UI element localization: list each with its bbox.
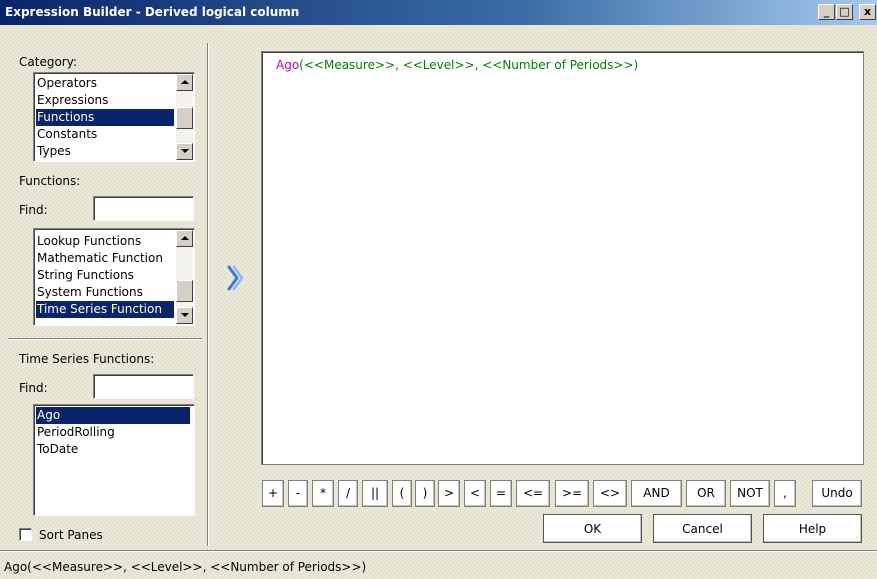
- functions-find-label: Find:: [19, 203, 48, 217]
- vertical-splitter[interactable]: [207, 43, 209, 546]
- close-icon: x: [863, 5, 872, 18]
- functions-item-lookup[interactable]: Lookup Functions: [36, 233, 174, 250]
- window-title: Expression Builder - Derived logical col…: [5, 5, 300, 19]
- functions-scrollbar[interactable]: [176, 230, 193, 324]
- operator-close-paren-button[interactable]: ): [415, 480, 435, 507]
- subfunctions-item-periodrolling[interactable]: PeriodRolling: [36, 424, 190, 441]
- functions-listbox[interactable]: Lookup Functions Mathematic Function Str…: [33, 228, 195, 326]
- operator-open-paren-button[interactable]: (: [392, 480, 412, 507]
- arrow-up-icon: [181, 236, 189, 240]
- sort-panes-checkbox[interactable]: [19, 528, 32, 541]
- subfunctions-listbox[interactable]: Ago PeriodRolling ToDate: [33, 404, 195, 516]
- functions-item-string[interactable]: String Functions: [36, 267, 174, 284]
- title-bar[interactable]: Expression Builder - Derived logical col…: [0, 0, 877, 25]
- category-listbox[interactable]: Operators Expressions Functions Constant…: [33, 72, 195, 162]
- help-button[interactable]: Help: [763, 514, 862, 543]
- functions-item-mathematic[interactable]: Mathematic Function: [36, 250, 174, 267]
- operator-less-equal-button[interactable]: <=: [516, 480, 550, 507]
- ok-button[interactable]: OK: [543, 514, 642, 543]
- status-text: Ago(<<Measure>>, <<Level>>, <<Number of …: [4, 560, 367, 574]
- category-scroll-down-button[interactable]: [176, 143, 193, 160]
- category-item-expressions[interactable]: Expressions: [36, 92, 174, 109]
- operator-equals-button[interactable]: =: [490, 480, 512, 507]
- operator-concat-button[interactable]: ||: [362, 480, 388, 507]
- double-chevron-right-icon: [227, 265, 244, 291]
- category-item-operators[interactable]: Operators: [36, 75, 174, 92]
- subfunctions-find-input[interactable]: [93, 374, 194, 399]
- expression-text[interactable]: Ago(<<Measure>>, <<Level>>, <<Number of …: [276, 58, 638, 72]
- category-scrollbar[interactable]: [176, 74, 193, 160]
- arrow-down-icon: [181, 149, 189, 153]
- operator-multiply-button[interactable]: *: [312, 480, 334, 507]
- maximize-button[interactable]: □: [836, 4, 853, 20]
- operator-plus-button[interactable]: +: [262, 480, 284, 507]
- arrow-up-icon: [181, 80, 189, 84]
- functions-scroll-up-button[interactable]: [176, 230, 193, 247]
- maximize-icon: □: [839, 5, 850, 18]
- cancel-button[interactable]: Cancel: [653, 514, 752, 543]
- functions-scroll-thumb[interactable]: [176, 280, 193, 302]
- subfunctions-find-label: Find:: [19, 381, 48, 395]
- operator-or-button[interactable]: OR: [686, 480, 726, 507]
- operator-less-button[interactable]: <: [464, 480, 486, 507]
- operator-not-equal-button[interactable]: <>: [593, 480, 627, 507]
- operator-not-button[interactable]: NOT: [730, 480, 770, 507]
- expression-arguments: (<<Measure>>, <<Level>>, <<Number of Per…: [299, 58, 639, 72]
- category-item-types[interactable]: Types: [36, 143, 174, 160]
- operator-minus-button[interactable]: -: [288, 480, 308, 507]
- status-bar: Ago(<<Measure>>, <<Level>>, <<Number of …: [0, 550, 877, 579]
- expression-builder-window: Expression Builder - Derived logical col…: [0, 0, 877, 579]
- functions-label: Functions:: [19, 174, 81, 188]
- subfunctions-label: Time Series Functions:: [19, 352, 155, 366]
- operator-and-button[interactable]: AND: [631, 480, 682, 507]
- operator-greater-equal-button[interactable]: >=: [555, 480, 589, 507]
- category-item-constants[interactable]: Constants: [36, 126, 174, 143]
- pane-splitter[interactable]: [8, 338, 202, 340]
- close-button[interactable]: x: [859, 4, 876, 20]
- functions-find-input[interactable]: [93, 196, 194, 221]
- functions-scroll-down-button[interactable]: [176, 307, 193, 324]
- subfunctions-item-todate[interactable]: ToDate: [36, 441, 190, 458]
- subfunctions-item-ago[interactable]: Ago: [36, 407, 190, 424]
- minimize-icon: _: [823, 5, 830, 18]
- functions-item-system[interactable]: System Functions: [36, 284, 174, 301]
- expression-function-name: Ago: [276, 58, 300, 72]
- expression-editor[interactable]: Ago(<<Measure>>, <<Level>>, <<Number of …: [261, 51, 864, 465]
- undo-button[interactable]: Undo: [812, 480, 862, 507]
- arrow-down-icon: [181, 313, 189, 317]
- category-scroll-thumb[interactable]: [176, 107, 193, 129]
- operator-greater-button[interactable]: >: [438, 480, 460, 507]
- category-item-functions[interactable]: Functions: [36, 109, 174, 126]
- category-scroll-up-button[interactable]: [176, 74, 193, 91]
- minimize-button[interactable]: _: [818, 4, 835, 20]
- insert-button[interactable]: [226, 264, 246, 292]
- sort-panes-label: Sort Panes: [39, 528, 103, 542]
- category-label: Category:: [19, 55, 77, 69]
- operator-comma-button[interactable]: ,: [774, 480, 796, 507]
- functions-item-time-series[interactable]: Time Series Function: [36, 301, 174, 318]
- operator-divide-button[interactable]: /: [338, 480, 358, 507]
